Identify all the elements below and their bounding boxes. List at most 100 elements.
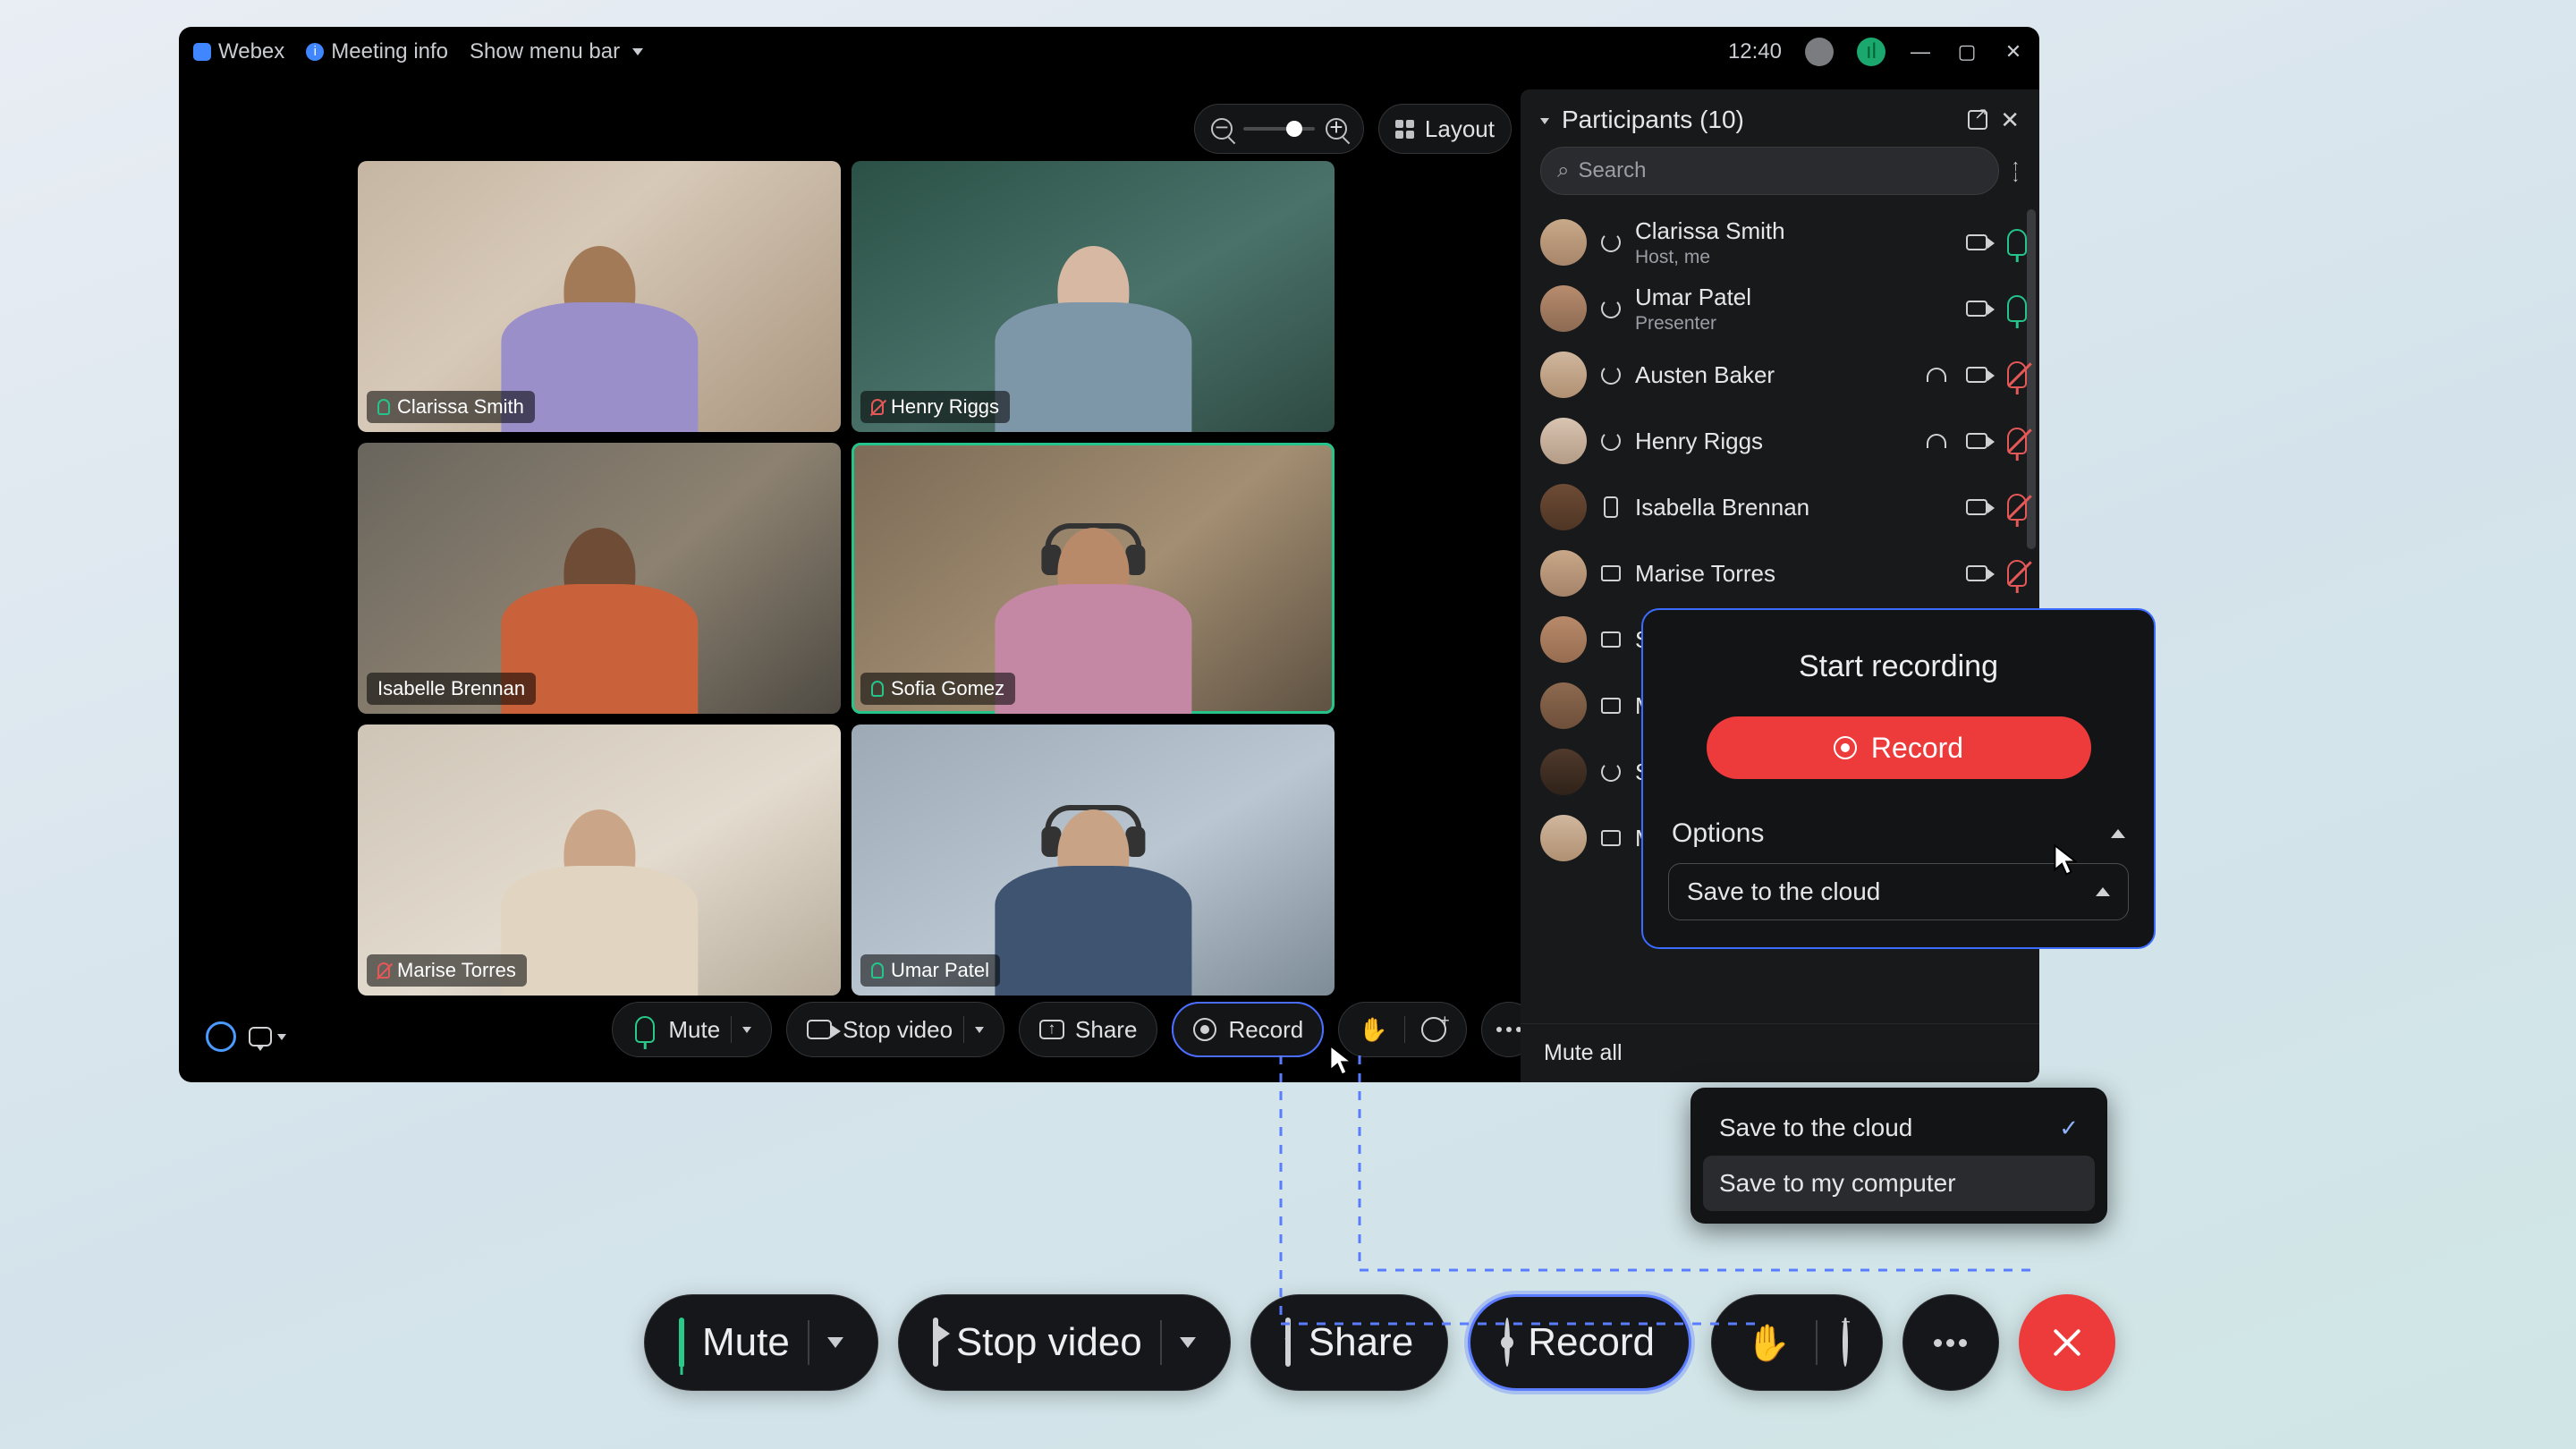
mic-muted-icon[interactable] [2007,361,2027,388]
show-menu-label: Show menu bar [470,39,620,64]
video-tile[interactable]: Umar Patel [852,724,1335,996]
participant-row[interactable]: Clarissa Smith Host, me [1540,209,2027,275]
zoom-control[interactable]: − + [1194,104,1364,154]
zoom-in-icon[interactable]: + [1326,118,1347,140]
mic-on-icon[interactable] [2007,229,2027,256]
raise-hand-button-big[interactable]: ✋ [1746,1322,1791,1364]
leave-meeting-button-big[interactable] [2019,1294,2115,1391]
mic-muted-icon[interactable] [2007,494,2027,521]
camera-icon[interactable] [1966,367,1987,383]
zoom-slider[interactable] [1243,127,1315,131]
sort-button[interactable]: ↑↓ [2012,160,2020,182]
stop-video-button[interactable]: Stop video [786,1002,1004,1057]
participant-name: Marise Torres [1635,560,1775,588]
record-confirm-button[interactable]: Record [1707,716,2091,779]
record-button-big[interactable]: Record [1468,1294,1691,1391]
participant-row[interactable]: Austen Baker [1540,342,2027,408]
popout-icon[interactable] [1968,110,1987,130]
more-icon [1934,1339,1967,1347]
camera-icon[interactable] [1966,234,1987,250]
participant-name: Clarissa Smith [1635,217,1785,245]
stop-video-button-big[interactable]: Stop video [898,1294,1231,1391]
avatar [1540,285,1587,332]
share-button[interactable]: Share [1019,1002,1157,1057]
chevron-up-icon [2111,829,2125,838]
participant-row[interactable]: Umar Patel Presenter [1540,275,2027,342]
chevron-down-icon[interactable] [975,1027,984,1033]
participant-row[interactable]: Henry Riggs [1540,408,2027,474]
participant-row[interactable]: Isabella Brennan [1540,474,2027,540]
options-header[interactable]: Options [1668,813,2129,863]
layout-button[interactable]: Layout [1378,104,1512,154]
mic-muted-icon [377,962,390,979]
avatar [1540,484,1587,530]
avatar [1540,682,1587,729]
mic-icon [871,681,884,697]
more-button-big[interactable] [1902,1294,1999,1391]
lock-status-icon[interactable] [1805,38,1834,66]
headset-icon [1927,434,1946,448]
share-button-big[interactable]: Share [1250,1294,1448,1391]
chevron-down-icon[interactable] [742,1027,751,1033]
video-tile[interactable]: Marise Torres [358,724,841,996]
mic-muted-icon[interactable] [2007,428,2027,454]
search-input[interactable]: ⌕ Search [1540,147,1999,195]
camera-icon[interactable] [1966,565,1987,581]
stop-video-label: Stop video [843,1016,953,1044]
grid-icon [1395,120,1414,139]
zoom-out-icon[interactable]: − [1211,118,1233,140]
avatar [1540,352,1587,398]
mute-button-big[interactable]: Mute [644,1294,878,1391]
mute-button[interactable]: Mute [612,1002,772,1057]
emoji-button[interactable] [1421,1017,1446,1042]
participant-name: Isabella Brennan [1635,494,1809,521]
chevron-down-icon[interactable] [827,1337,843,1348]
participant-row[interactable]: Marise Torres [1540,540,2027,606]
mic-icon [871,962,884,979]
loop-icon [1601,431,1621,451]
camera-icon[interactable] [1966,301,1987,317]
video-tile-active[interactable]: Sofia Gomez [852,443,1335,714]
chevron-down-icon[interactable] [1180,1337,1196,1348]
network-status-icon[interactable]: ıl [1857,38,1885,66]
titlebar: Webex i Meeting info Show menu bar 12:40… [179,27,2039,77]
save-location-dropdown[interactable]: Save to the cloud [1668,863,2129,920]
loop-icon [1601,233,1621,252]
window-close-button[interactable]: ✕ [2002,40,2025,64]
raise-hand-button[interactable]: ✋ [1359,1016,1387,1044]
camera-icon[interactable] [1966,499,1987,515]
emoji-button-big[interactable] [1843,1320,1848,1365]
mic-muted-icon[interactable] [2007,560,2027,587]
tile-name: Sofia Gomez [891,677,1004,700]
info-icon: i [306,43,324,61]
options-label: Options [1672,818,1764,849]
menu-item-cloud[interactable]: Save to the cloud ✓ [1703,1100,2095,1156]
menu-item-computer[interactable]: Save to my computer [1703,1156,2095,1211]
participant-name: Henry Riggs [1635,428,1763,455]
minimize-button[interactable]: — [1909,40,1932,64]
avatar [1540,616,1587,663]
mute-all-button[interactable]: Mute all [1521,1023,2039,1082]
camera-icon[interactable] [1966,433,1987,449]
avatar [1540,219,1587,266]
video-tile[interactable]: Isabelle Brennan [358,443,841,714]
video-tile[interactable]: Clarissa Smith [358,161,841,432]
participant-role: Presenter [1635,313,1751,335]
meeting-info-button[interactable]: i Meeting info [306,39,448,64]
participant-nametag: Sofia Gomez [860,673,1015,705]
start-recording-popup: Start recording Record Options Save to t… [1641,608,2156,949]
close-panel-button[interactable]: ✕ [2000,106,2020,134]
close-icon [2056,1332,2078,1353]
mic-on-icon[interactable] [2007,295,2027,322]
record-button[interactable]: Record [1172,1002,1324,1057]
menu-item-label: Save to my computer [1719,1169,1956,1198]
video-tile[interactable]: Henry Riggs [852,161,1335,432]
participant-nametag: Clarissa Smith [367,391,535,423]
show-menu-bar-button[interactable]: Show menu bar [470,39,643,64]
tile-name: Henry Riggs [891,395,999,419]
maximize-button[interactable]: ▢ [1955,40,1979,64]
chevron-down-icon[interactable] [1540,118,1549,124]
share-label-big: Share [1309,1320,1413,1365]
participant-nametag: Isabelle Brennan [367,673,536,705]
screen-icon [1601,830,1621,846]
